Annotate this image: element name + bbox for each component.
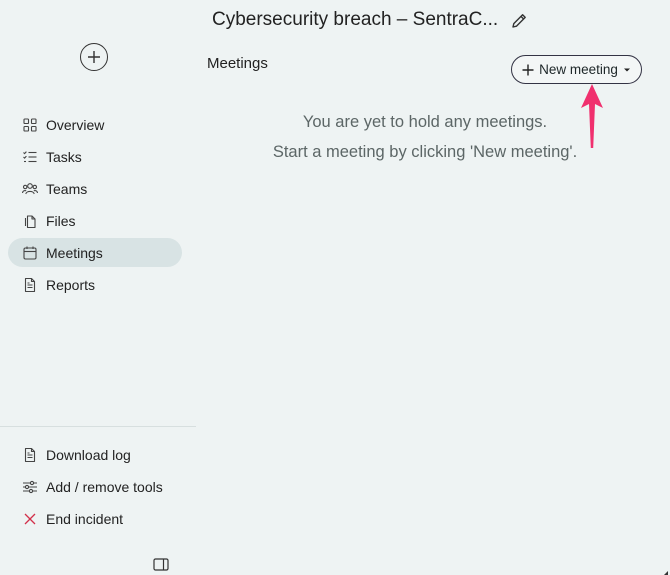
caret-down-icon (623, 68, 630, 71)
sidebar-item-reports[interactable]: Reports (8, 270, 182, 299)
sidebar-toggle-icon[interactable] (153, 558, 169, 571)
calendar-icon (23, 246, 37, 260)
add-button[interactable] (80, 43, 108, 71)
document-icon (24, 447, 36, 462)
sidebar-item-label: Tasks (46, 148, 82, 165)
sidebar-item-label: Download log (46, 446, 131, 463)
new-meeting-button[interactable]: New meeting (511, 55, 642, 84)
pencil-icon[interactable] (509, 11, 529, 31)
sidebar-item-label: Add / remove tools (46, 478, 163, 495)
new-meeting-label: New meeting (539, 62, 618, 77)
sidebar-item-label: Files (46, 212, 76, 229)
files-icon (24, 214, 36, 228)
sidebar-item-tasks[interactable]: Tasks (8, 142, 182, 171)
document-icon (24, 277, 36, 292)
sliders-icon (23, 480, 37, 493)
resize-corner-icon (664, 571, 668, 575)
empty-state: You are yet to hold any meetings. Start … (210, 107, 640, 167)
plus-icon (522, 64, 534, 75)
close-icon (24, 513, 36, 524)
grid-icon (23, 117, 37, 132)
annotation-arrow-icon (581, 84, 603, 148)
sidebar-item-label: Reports (46, 276, 96, 293)
sidebar-nav: Overview Tasks Teams Files Meetings Repo… (8, 110, 182, 302)
sidebar-bottom-nav: Download log Add / remove tools End inci… (8, 440, 182, 536)
checklist-icon (23, 150, 37, 162)
sidebar-item-files[interactable]: Files (8, 206, 182, 235)
sidebar-item-label: Teams (46, 180, 88, 197)
sidebar-divider (0, 426, 196, 427)
page-title: Cybersecurity breach – SentraC... (212, 9, 499, 30)
sidebar-item-end-incident[interactable]: End incident (8, 504, 182, 533)
sidebar-item-add-remove-tools[interactable]: Add / remove tools (8, 472, 182, 501)
sidebar-item-label: Overview (46, 116, 105, 133)
plus-icon (88, 51, 100, 63)
sidebar-item-download-log[interactable]: Download log (8, 440, 182, 469)
people-icon (22, 182, 38, 194)
sidebar-item-label: End incident (46, 510, 124, 527)
empty-state-line-1: You are yet to hold any meetings. (302, 113, 548, 131)
sidebar-item-overview[interactable]: Overview (8, 110, 182, 139)
section-title: Meetings (207, 55, 268, 72)
sidebar-item-teams[interactable]: Teams (8, 174, 182, 203)
sidebar-item-label: Meetings (46, 244, 103, 261)
empty-state-line-2: Start a meeting by clicking 'New meeting… (272, 143, 578, 161)
sidebar-item-meetings[interactable]: Meetings (8, 238, 182, 267)
